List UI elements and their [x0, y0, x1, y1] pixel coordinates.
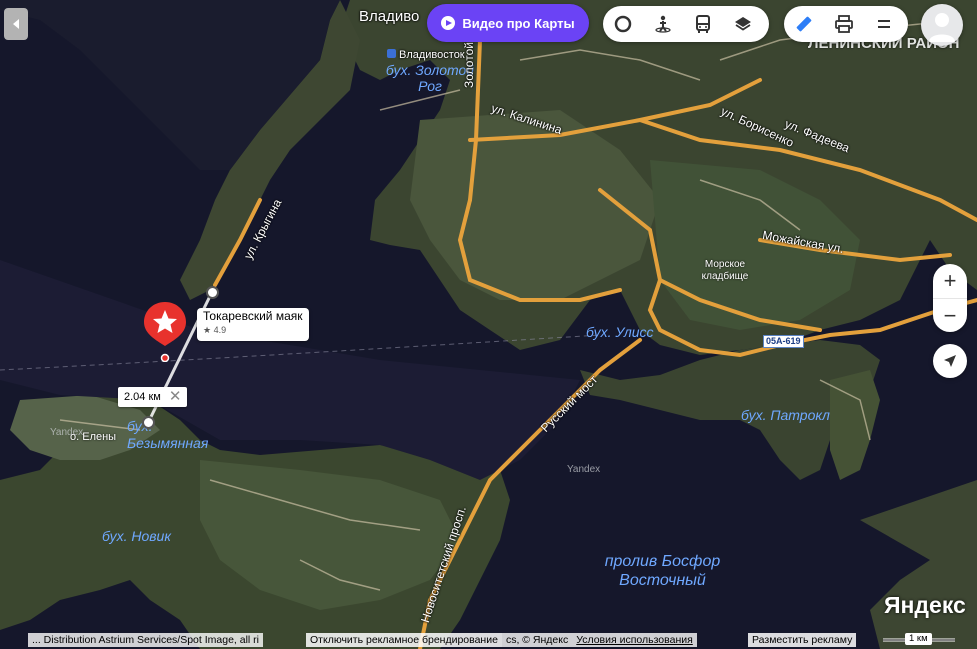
bay-novik-label: бух. Новик: [102, 528, 171, 544]
disable-branding-link[interactable]: Отключить рекламное брендирование: [306, 633, 502, 647]
panorama-button[interactable]: [643, 6, 683, 42]
ruler-distance: 2.04 км: [124, 391, 161, 403]
cemetery-label: Морское кладбище: [701, 259, 749, 282]
bay-patrokl-label: бух. Патрокл: [741, 407, 830, 423]
bus-transit-icon: [696, 15, 710, 33]
zoom-out-button[interactable]: −: [933, 299, 967, 333]
video-button-label: Видео про Карты: [462, 15, 575, 31]
transit-button[interactable]: [683, 6, 723, 42]
menu-icon: [878, 20, 890, 28]
map-layers-button[interactable]: [723, 6, 763, 42]
route-shield: 05А-619: [763, 335, 804, 348]
strait-bosfor-label: пролив Босфор Восточный: [604, 553, 721, 589]
yandex-watermark: Yandex: [50, 427, 84, 438]
chevron-left-icon: [13, 19, 19, 29]
place-name: Токаревский маяк: [203, 309, 303, 323]
collapse-panel-button[interactable]: [4, 8, 28, 40]
bay-uliss-label: бух. Улисс: [586, 324, 654, 340]
place-rating: ★ 4.9: [203, 324, 303, 336]
copyright-text: cs, © Яндекс: [501, 633, 573, 647]
printer-icon: [835, 15, 853, 33]
attribution-text: ... Distribution Astrium Services/Spot I…: [28, 633, 263, 647]
star-icon: ★: [203, 325, 212, 335]
footer-links: Отключить рекламное брендирование cs, © …: [306, 633, 697, 647]
ruler-end-point[interactable]: [142, 416, 155, 429]
ruler-distance-badge: 2.04 км ✕: [118, 387, 188, 407]
map-tools-group: [603, 6, 769, 42]
user-avatar-button[interactable]: [921, 4, 963, 46]
panorama-person-icon: [655, 15, 671, 33]
ruler-icon: [796, 16, 812, 32]
map-utility-group: [784, 6, 908, 42]
advertise-link[interactable]: Разместить рекламу: [748, 633, 857, 647]
menu-button[interactable]: [864, 6, 904, 42]
yandex-watermark: Yandex: [567, 464, 601, 475]
zoom-in-button[interactable]: +: [933, 264, 967, 299]
close-icon[interactable]: ✕: [169, 389, 182, 404]
place-card[interactable]: Токаревский маяк ★ 4.9: [197, 308, 309, 341]
zoom-control: + −: [933, 264, 967, 332]
ruler-start-point[interactable]: [206, 286, 219, 299]
layers-circle-icon: [614, 15, 632, 33]
city-label: Владиво: [359, 8, 420, 25]
user-avatar-icon: [929, 13, 955, 42]
terms-link[interactable]: Условия использования: [572, 633, 697, 647]
play-icon: [441, 16, 456, 30]
station-name: Владивосток: [399, 49, 465, 61]
video-button[interactable]: Видео про Карты: [427, 4, 589, 42]
yandex-logo: Яндекс: [884, 592, 966, 618]
scale-label: 1 км: [905, 633, 932, 645]
star-pin-icon[interactable]: [142, 300, 188, 362]
rating-value: 4.9: [213, 325, 227, 335]
ruler-button[interactable]: [784, 6, 824, 42]
station-label: Владивосток: [387, 49, 465, 61]
footer-bar: ... Distribution Astrium Services/Spot I…: [28, 633, 263, 647]
my-location-button[interactable]: [933, 344, 967, 378]
traffic-layer-button[interactable]: [603, 6, 643, 42]
print-button[interactable]: [824, 6, 864, 42]
railway-station-icon: [387, 49, 396, 58]
location-arrow-icon: [944, 355, 956, 367]
map-layers-icon: [735, 17, 751, 31]
